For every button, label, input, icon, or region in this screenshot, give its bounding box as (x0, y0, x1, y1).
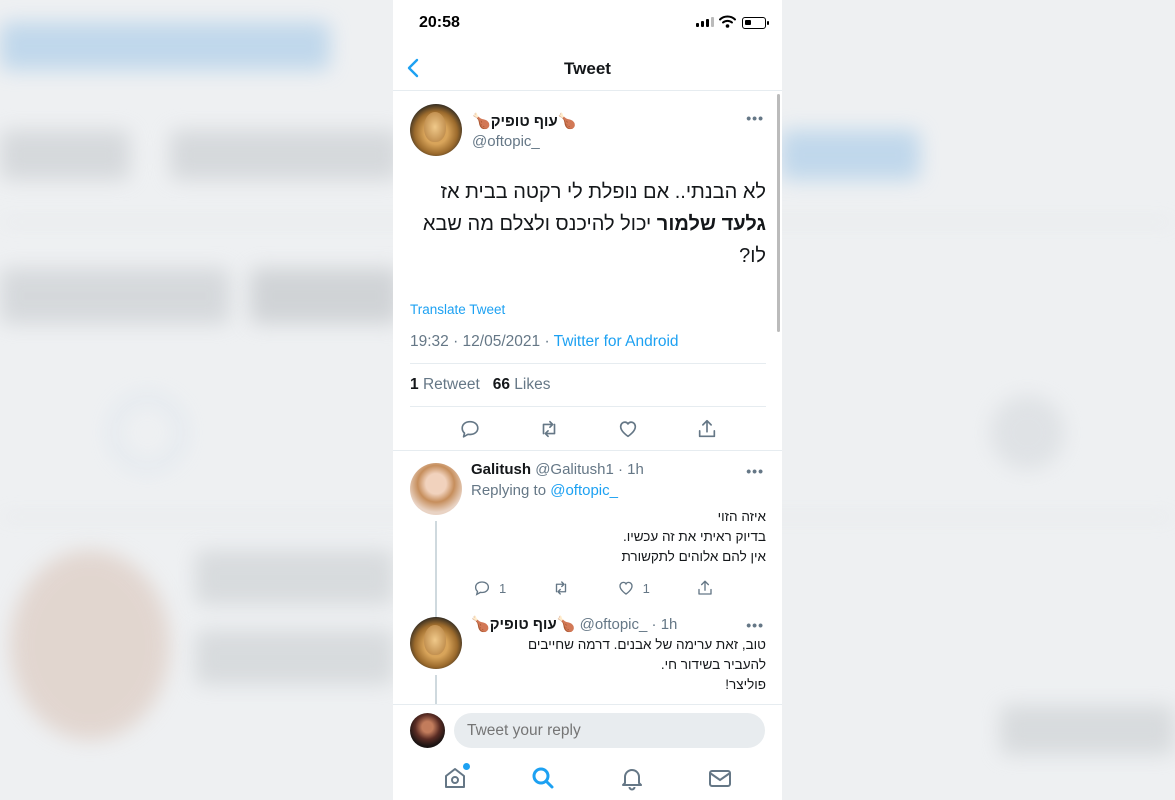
reply-display-name[interactable]: 🍗עוף טופיק🍗 (471, 616, 575, 633)
tab-search[interactable] (530, 765, 556, 791)
wifi-icon (719, 15, 736, 28)
tweet-actions (410, 407, 766, 450)
bell-icon (621, 769, 642, 791)
reply-icon[interactable] (459, 418, 481, 440)
search-icon (532, 767, 554, 789)
user-handle[interactable]: @oftopic_ (472, 133, 576, 150)
reply-input[interactable] (454, 713, 765, 748)
share-action[interactable] (696, 579, 714, 597)
translate-tweet-link[interactable]: Translate Tweet (410, 302, 766, 317)
notification-dot (463, 763, 471, 770)
my-avatar[interactable] (410, 713, 445, 748)
display-name[interactable]: 🍗עוף טופיק🍗 (472, 112, 576, 130)
reply-text-line: להעביר בשידור חי. (660, 657, 766, 672)
tweet-text-line: לו? (739, 245, 766, 267)
reply-text: טוב, זאת ערימה של אבנים. דרמה שחייבים לה… (471, 635, 766, 695)
tweet-text-line: גלעד שלמור יכול להיכנס ולצלם מה שבא (410, 208, 766, 240)
avatar[interactable] (410, 104, 462, 156)
thread-line (435, 675, 437, 704)
reply-text-line: אין להם אלוהים לתקשורת (621, 549, 766, 564)
battery-icon (742, 17, 769, 29)
reply-text-line: טוב, זאת ערימה של אבנים. דרמה שחייבים (528, 637, 766, 652)
thread-line (435, 521, 437, 619)
like-count: 1 (642, 580, 650, 596)
reply-count: 1 (499, 580, 507, 596)
reply-actions: 1 1 (471, 695, 766, 704)
reply-actions: 1 1 (471, 567, 766, 609)
tweet-source-link[interactable]: Twitter for Android (554, 333, 679, 350)
replying-handle-link[interactable]: @oftopic_ (550, 482, 618, 499)
more-dots-icon[interactable]: ••• (746, 110, 764, 126)
reply-text-line: בדיוק ראיתי את זה עכשיו. (622, 529, 766, 544)
reply-text: איזה הזוי בדיוק ראיתי את זה עכשיו. אין ל… (471, 507, 766, 567)
reply-meta: @Galitush1 · 1h (535, 461, 644, 478)
reply-header: 🍗עוף טופיק🍗 @oftopic_ · 1h (471, 615, 766, 633)
mention-name: גלעד שלמור (656, 213, 766, 235)
status-bar: 20:58 (393, 0, 782, 46)
page-title: Tweet (564, 59, 611, 78)
tab-notifications[interactable] (619, 765, 645, 791)
retweet-icon[interactable] (538, 418, 560, 440)
bottom-tab-bar (393, 756, 782, 800)
signal-icon (696, 17, 714, 27)
tab-home[interactable] (442, 763, 471, 791)
reply-action[interactable]: 1 (473, 579, 506, 597)
avatar[interactable] (410, 463, 462, 515)
more-dots-icon[interactable]: ••• (746, 617, 764, 633)
main-tweet: 🍗עוף טופיק🍗 @oftopic_ ••• לא הבנתי.. אם … (393, 92, 782, 450)
nav-bar: Tweet (393, 46, 782, 91)
tweet-timestamp: 19:32 · 12/05/2021 · (410, 333, 554, 350)
tweet-thread[interactable]: 🍗עוף טופיק🍗 @oftopic_ ••• לא הבנתי.. אם … (393, 92, 782, 704)
engagement-counts: 1 Retweet 66 Likes (410, 364, 766, 407)
share-icon[interactable] (696, 579, 714, 597)
retweet-count[interactable]: 1 (410, 376, 419, 393)
retweet-action[interactable] (552, 579, 570, 597)
tweet-text-line: לא הבנתי.. אם נופלת לי רקטה בבית אז (440, 181, 766, 203)
tweet-text: לא הבנתי.. אם נופלת לי רקטה בבית אז גלעד… (410, 176, 766, 272)
reply-text-line: פוליצר! (725, 677, 766, 692)
reply-text-line: איזה הזוי (717, 509, 766, 524)
replying-to: Replying to @oftopic_ (471, 482, 766, 499)
reply-meta: @oftopic_ · 1h (579, 616, 678, 633)
phone-screen: 20:58 Tweet 🍗עוף טופיק🍗 @oftopic_ ••• לא… (393, 0, 782, 800)
more-dots-icon[interactable]: ••• (746, 463, 764, 479)
replying-label: Replying to (471, 482, 551, 499)
heart-icon[interactable] (617, 579, 635, 597)
reply-icon[interactable] (473, 579, 491, 597)
reply-header: Galitush @Galitush1 · 1h (471, 461, 766, 478)
avatar[interactable] (410, 617, 462, 669)
likes-count[interactable]: 66 (493, 376, 510, 393)
reply-tweet[interactable]: Galitush @Galitush1 · 1h ••• Replying to… (393, 451, 782, 619)
tweet-text-fragment: יכול להיכנס ולצלם מה שבא (422, 213, 657, 235)
share-icon[interactable] (696, 418, 718, 440)
mail-icon (708, 770, 731, 787)
status-time: 20:58 (419, 14, 460, 31)
tab-messages[interactable] (707, 765, 733, 791)
reply-composer (393, 704, 782, 756)
heart-icon[interactable] (617, 418, 639, 440)
reply-tweet[interactable]: 🍗עוף טופיק🍗 @oftopic_ · 1h ••• טוב, זאת … (393, 609, 782, 704)
retweet-label[interactable]: Retweet (423, 376, 480, 393)
likes-label[interactable]: Likes (514, 376, 550, 393)
tweet-meta: 19:32 · 12/05/2021 · Twitter for Android (410, 333, 766, 364)
scrollbar[interactable] (777, 94, 780, 332)
retweet-icon[interactable] (552, 579, 570, 597)
reply-display-name[interactable]: Galitush (471, 461, 531, 478)
like-action[interactable]: 1 (617, 579, 650, 597)
